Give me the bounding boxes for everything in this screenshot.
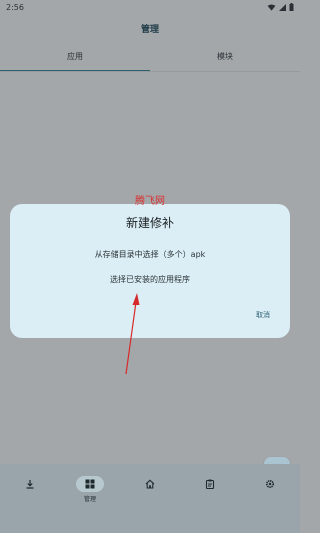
gear-icon xyxy=(256,476,284,492)
tab-modules[interactable]: 模块 xyxy=(150,46,300,72)
dialog-title: 新建修补 xyxy=(125,216,174,230)
download-icon xyxy=(16,476,44,492)
cancel-button[interactable]: 取消 xyxy=(256,310,270,320)
nav-label-manage: 管理 xyxy=(83,496,96,503)
page-title: 管理 xyxy=(140,25,159,35)
wifi-icon xyxy=(267,3,276,11)
watermark: 腾飞网 xyxy=(135,196,165,207)
nav-item-download[interactable] xyxy=(0,476,60,492)
select-installed-app-option[interactable]: 选择已安装的应用程序 xyxy=(10,274,290,285)
battery-icon xyxy=(289,3,294,11)
nav-item-settings[interactable] xyxy=(240,476,300,492)
status-time: 2:56 xyxy=(6,2,24,12)
clipboard-icon xyxy=(196,476,224,492)
nav-item-clipboard[interactable] xyxy=(180,476,240,492)
tab-divider xyxy=(0,71,300,72)
status-bar: 2:56 xyxy=(0,0,300,14)
bottom-nav: 管理 xyxy=(0,464,300,533)
select-apk-from-storage-option[interactable]: 从存储目录中选择（多个）apk xyxy=(10,249,290,260)
grid-icon xyxy=(76,476,104,492)
tab-bar: 应用 模块 xyxy=(0,46,300,72)
nav-item-home[interactable] xyxy=(120,476,180,492)
nav-item-manage[interactable]: 管理 xyxy=(60,476,120,503)
new-patch-dialog: 腾飞网 新建修补 从存储目录中选择（多个）apk 选择已安装的应用程序 取消 xyxy=(10,196,290,338)
home-icon xyxy=(136,476,164,492)
tab-apps[interactable]: 应用 xyxy=(0,46,150,72)
status-icons xyxy=(267,3,294,11)
signal-icon xyxy=(279,3,286,11)
